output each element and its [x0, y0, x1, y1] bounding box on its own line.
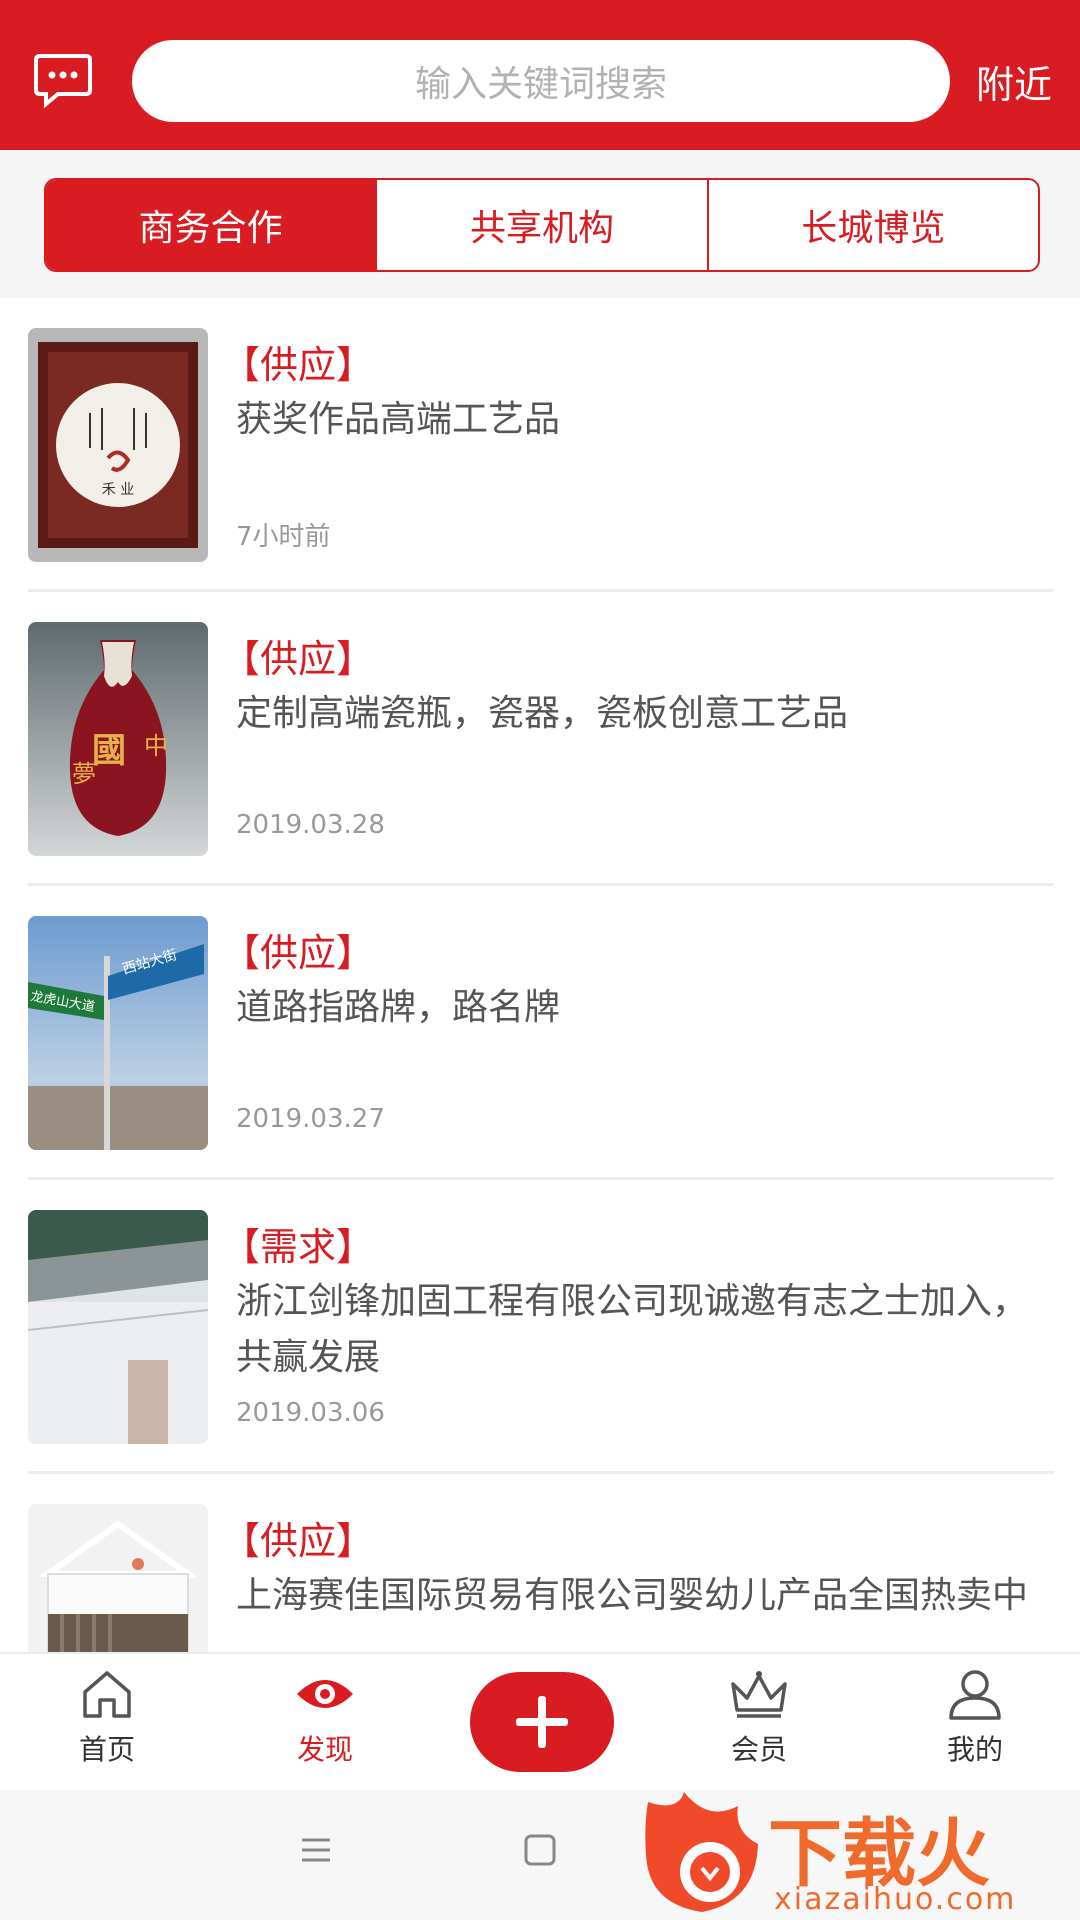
- search-input[interactable]: 输入关键词搜索: [132, 40, 950, 122]
- user-icon: [949, 1670, 1001, 1720]
- nav-discover-label: 发现: [296, 1733, 353, 1766]
- message-icon[interactable]: [34, 52, 92, 109]
- post-title: 获奖作品高端工艺品: [236, 399, 561, 440]
- watermark-url: xiazaihuo.com: [774, 1882, 1017, 1917]
- publish-button[interactable]: [470, 1672, 614, 1772]
- post-time: 2019.03.27: [236, 1104, 385, 1134]
- home-icon: [83, 1671, 131, 1718]
- svg-text:中: 中: [144, 732, 168, 760]
- nav-member-label: 会员: [730, 1733, 787, 1766]
- post-title: 道路指路牌，路名牌: [236, 987, 561, 1028]
- post-tag: 【供应】: [222, 1519, 375, 1563]
- post-tag: 【供应】: [222, 637, 375, 681]
- post-time: 2019.03.28: [236, 810, 385, 840]
- flame-logo-icon: [645, 1792, 758, 1912]
- nav-mine[interactable]: 我的: [900, 1668, 1050, 1778]
- tab-great-wall-expo[interactable]: 长城博览: [706, 180, 1038, 270]
- post-title: 上海赛佳国际贸易有限公司婴幼儿产品全国热卖中: [236, 1575, 1029, 1616]
- artwork-thumbnail: 禾 业: [28, 328, 208, 562]
- nav-discover[interactable]: 发现: [250, 1668, 400, 1778]
- plus-icon: [516, 1696, 568, 1748]
- home-square-icon[interactable]: [520, 1830, 560, 1870]
- svg-text:國: 國: [92, 731, 126, 771]
- svg-text:禾 业: 禾 业: [102, 482, 134, 498]
- construction-thumbnail: [28, 1210, 208, 1444]
- post-title: 浙江剑锋加固工程有限公司现诚邀有志之士加入，共赢发展: [236, 1281, 1029, 1378]
- tab-shared-institutions[interactable]: 共享机构: [375, 180, 706, 270]
- list-item[interactable]: 西站大街 龙虎山大道 【供应】 道路指路牌，路名牌 2019.03.27: [28, 886, 1054, 1180]
- list-item[interactable]: 國 夢 中 【供应】 定制高端瓷瓶，瓷器，瓷板创意工艺品 2019.03.28: [28, 592, 1054, 886]
- list-item[interactable]: 禾 业 【供应】 获奖作品高端工艺品 7小时前: [28, 298, 1054, 592]
- post-title: 定制高端瓷瓶，瓷器，瓷板创意工艺品: [236, 693, 849, 734]
- post-time: 2019.03.06: [236, 1398, 385, 1428]
- svg-text:夢: 夢: [72, 760, 96, 788]
- watermark: 下载火 xiazaihuo.com: [638, 1782, 1080, 1920]
- post-tag: 【供应】: [222, 343, 375, 387]
- post-time: 7小时前: [236, 522, 331, 552]
- crown-icon: [731, 1671, 787, 1718]
- menu-icon[interactable]: [296, 1830, 336, 1870]
- search-placeholder: 输入关键词搜索: [414, 64, 667, 105]
- tab-bar: 商务合作 共享机构 长城博览: [0, 150, 1080, 298]
- post-tag: 【需求】: [222, 1225, 375, 1269]
- tab-business[interactable]: 商务合作: [46, 180, 376, 270]
- segmented-tabs: 商务合作 共享机构 长城博览: [44, 178, 1040, 272]
- nav-home[interactable]: 首页: [32, 1668, 182, 1778]
- nav-home-label: 首页: [78, 1733, 135, 1766]
- list-item[interactable]: 【需求】 浙江剑锋加固工程有限公司现诚邀有志之士加入，共赢发展 2019.03.…: [28, 1180, 1054, 1474]
- nearby-button[interactable]: 附近: [976, 54, 1052, 109]
- top-bar: 输入关键词搜索 附近: [0, 0, 1080, 150]
- nav-mine-label: 我的: [946, 1733, 1003, 1766]
- post-list: 禾 业 【供应】 获奖作品高端工艺品 7小时前 國 夢 中 【供应】 定制高端瓷…: [0, 298, 1080, 1652]
- nav-member[interactable]: 会员: [684, 1668, 834, 1778]
- vase-thumbnail: 國 夢 中: [28, 622, 208, 856]
- list-item[interactable]: 【供应】 上海赛佳国际贸易有限公司婴幼儿产品全国热卖中: [28, 1474, 1054, 1652]
- post-tag: 【供应】: [222, 931, 375, 975]
- eye-icon: [297, 1680, 353, 1708]
- crib-thumbnail: [28, 1504, 208, 1652]
- road-sign-thumbnail: 西站大街 龙虎山大道: [28, 916, 208, 1150]
- bottom-nav: 首页 发现 会员 我的: [0, 1652, 1080, 1790]
